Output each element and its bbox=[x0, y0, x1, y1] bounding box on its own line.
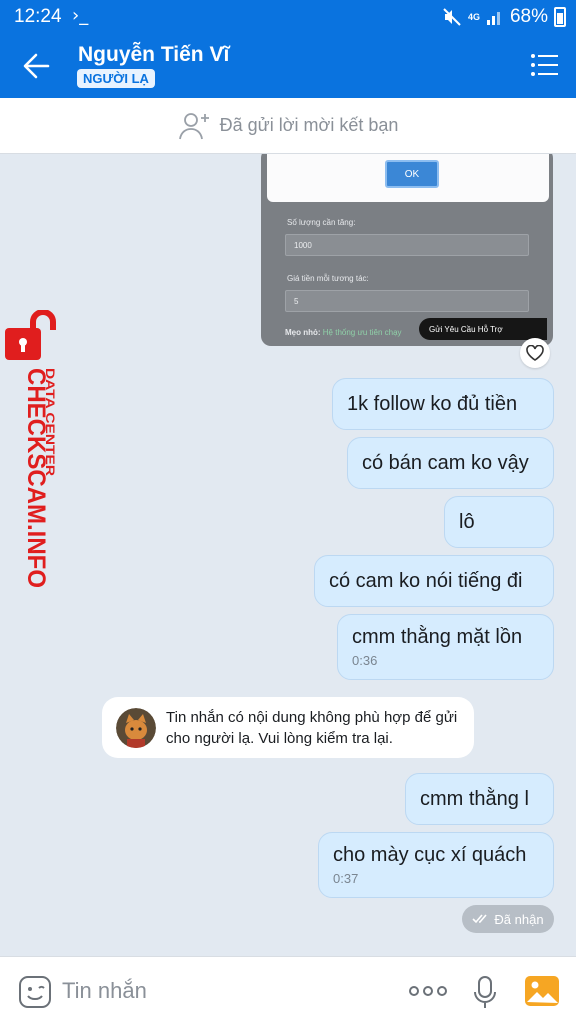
back-arrow-icon[interactable] bbox=[18, 48, 58, 84]
message-bubble[interactable]: cmm thằng mặt lồn 0:36 bbox=[337, 614, 554, 680]
image-tip-prefix: Mẹo nhỏ: bbox=[285, 328, 321, 337]
message-bubble[interactable]: cho mày cục xí quách 0:37 bbox=[318, 832, 554, 898]
message-text: 1k follow ko đủ tiền bbox=[347, 392, 518, 415]
image-price-field: 5 bbox=[285, 290, 529, 312]
friend-request-bar: Đã gửi lời mời kết bạn bbox=[0, 98, 576, 154]
battery-level: 68% bbox=[509, 6, 548, 27]
status-time: 12:24 bbox=[14, 6, 62, 27]
chat-header: Nguyễn Tiến Vĩ NGƯỜI LẠ bbox=[0, 34, 576, 98]
microphone-icon[interactable] bbox=[472, 975, 498, 1011]
status-icons: 4G 68% bbox=[442, 6, 566, 28]
stranger-badge: NGƯỜI LẠ bbox=[77, 69, 155, 88]
message-input[interactable] bbox=[62, 975, 362, 1007]
message-bubble[interactable]: 1k follow ko đủ tiền bbox=[332, 378, 554, 430]
contact-avatar bbox=[116, 707, 156, 748]
network-type: 4G bbox=[467, 11, 480, 22]
system-warning-text: Tin nhắn có nội dung không phù hợp để gử… bbox=[166, 708, 458, 747]
message-bubble[interactable]: cmm thằng l bbox=[405, 773, 554, 825]
message-text: lô bbox=[459, 510, 475, 533]
react-heart-button[interactable] bbox=[520, 338, 550, 368]
sticker-icon[interactable] bbox=[18, 975, 52, 1009]
message-text: có cam ko nói tiếng đi bbox=[329, 569, 523, 592]
image-price-label: Giá tiền mỗi tương tác: bbox=[287, 274, 369, 283]
double-check-icon bbox=[472, 914, 488, 924]
message-text: có bán cam ko vậy bbox=[362, 451, 529, 474]
message-text: cmm thằng mặt lồn bbox=[352, 626, 523, 648]
image-ok-button: OK bbox=[385, 160, 439, 188]
terminal-icon: ›_ bbox=[72, 5, 89, 26]
status-bar: 12:24 ›_ 4G 68% bbox=[0, 0, 576, 34]
image-support-button: Gửi Yêu Cầu Hỗ Trợ bbox=[419, 318, 547, 340]
message-text: cmm thằng l bbox=[420, 787, 529, 810]
image-tip-link: Hệ thống ưu tiên chạy bbox=[322, 328, 402, 337]
contact-name[interactable]: Nguyễn Tiến Vĩ bbox=[78, 43, 229, 67]
image-support-label: Gửi Yêu Cầu Hỗ Trợ bbox=[429, 324, 503, 334]
menu-list-icon[interactable] bbox=[530, 52, 558, 78]
battery-icon bbox=[554, 7, 566, 27]
delivery-status-text: Đã nhận bbox=[494, 911, 544, 927]
more-options-icon[interactable] bbox=[408, 983, 448, 999]
lock-icon bbox=[5, 310, 56, 360]
message-bubble[interactable]: lô bbox=[444, 496, 554, 548]
delivery-status: Đã nhận bbox=[462, 905, 554, 933]
shared-image[interactable]: OK Số lượng cần tăng: 1000 Giá tiền mỗi … bbox=[261, 154, 553, 346]
photo-icon[interactable] bbox=[524, 975, 560, 1007]
checkscam-watermark: CHECKSCAM.INFO DATA CENTER bbox=[0, 308, 64, 588]
watermark-sub: DATA CENTER bbox=[43, 368, 56, 476]
image-quantity-label: Số lượng cần tăng: bbox=[287, 218, 356, 227]
heart-icon bbox=[526, 345, 544, 361]
mute-icon bbox=[443, 8, 461, 26]
add-friend-icon bbox=[178, 112, 209, 139]
image-tip: Mẹo nhỏ: Hệ thống ưu tiên chạy bbox=[285, 328, 402, 337]
message-time: 0:37 bbox=[333, 871, 359, 886]
message-bubble[interactable]: có bán cam ko vậy bbox=[347, 437, 554, 489]
message-composer bbox=[0, 956, 576, 1024]
chat-area[interactable]: OK Số lượng cần tăng: 1000 Giá tiền mỗi … bbox=[0, 154, 576, 956]
watermark-text: CHECKSCAM.INFO DATA CENTER bbox=[22, 368, 56, 588]
friend-request-text: Đã gửi lời mời kết bạn bbox=[219, 115, 399, 135]
system-warning: Tin nhắn có nội dung không phù hợp để gử… bbox=[102, 697, 474, 758]
message-bubble[interactable]: có cam ko nói tiếng đi bbox=[314, 555, 554, 607]
signal-icon bbox=[486, 12, 500, 25]
message-text: cho mày cục xí quách bbox=[333, 844, 527, 866]
image-dialog: OK bbox=[267, 154, 549, 202]
message-time: 0:36 bbox=[352, 653, 378, 668]
image-quantity-field: 1000 bbox=[285, 234, 529, 256]
